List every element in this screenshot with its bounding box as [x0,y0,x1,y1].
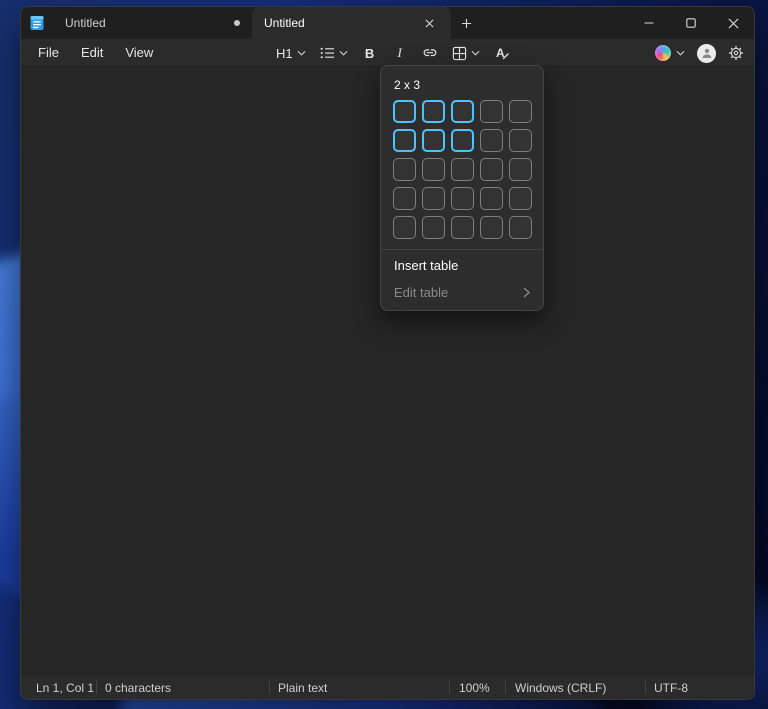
close-icon [728,18,739,29]
app-icon-wrap [21,7,53,39]
plus-icon [461,18,472,29]
statusbar: Ln 1, Col 1 0 characters Plain text 100%… [21,677,754,699]
unsaved-dot-icon [234,20,240,26]
gear-icon [728,45,744,61]
notepad-app-icon [29,15,45,31]
line-ending: Windows (CRLF) [515,681,606,695]
notepad-window: Untitled Untitled [20,6,755,700]
titlebar: Untitled Untitled [21,7,754,39]
chevron-down-icon [339,50,348,56]
chevron-down-icon [471,50,480,56]
chevron-right-icon [523,287,530,298]
new-tab-button[interactable] [451,7,481,39]
toolbar-right [655,39,744,67]
table-size-label: 2 x 3 [394,78,531,92]
encoding: UTF-8 [654,681,688,695]
table-size-cell[interactable] [393,100,416,123]
heading-label: H1 [276,46,293,61]
tab-untitled-2[interactable]: Untitled [252,7,451,39]
character-count: 0 characters [105,681,171,695]
statusbar-divider [505,681,506,694]
bold-button[interactable]: B [357,41,383,65]
window-controls [628,7,754,39]
tab-strip: Untitled Untitled [53,7,451,39]
table-size-cell[interactable] [509,216,532,239]
chevron-down-icon [297,50,306,56]
table-size-cell[interactable] [480,158,503,181]
menu-file[interactable]: File [27,42,70,63]
insert-table-item[interactable]: Insert table [393,252,531,279]
list-dropdown[interactable] [315,41,353,65]
zoom-level[interactable]: 100% [459,681,490,695]
table-size-cell[interactable] [393,216,416,239]
table-size-cell[interactable] [422,129,445,152]
table-picker-dropdown: 2 x 3 Insert table Edit table [380,65,544,311]
heading-dropdown[interactable]: H1 [271,41,311,65]
minimize-icon [644,18,654,28]
statusbar-divider [645,681,646,694]
table-size-cell[interactable] [509,158,532,181]
settings-button[interactable] [728,45,744,61]
document-type: Plain text [278,681,327,695]
link-icon [422,45,438,61]
clear-formatting-icon: A [494,45,510,61]
bulleted-list-icon [320,46,335,60]
menu-view[interactable]: View [114,42,164,63]
tab-close-button[interactable] [419,13,439,33]
link-button[interactable] [417,41,443,65]
table-size-cell[interactable] [480,187,503,210]
maximize-icon [686,18,696,28]
edit-table-label: Edit table [394,285,448,300]
table-size-cell[interactable] [422,187,445,210]
table-size-cell[interactable] [451,129,474,152]
table-size-cell[interactable] [451,187,474,210]
copilot-icon [655,45,671,61]
table-size-cell[interactable] [451,158,474,181]
edit-table-item[interactable]: Edit table [393,279,531,306]
statusbar-divider [269,681,270,694]
statusbar-divider [96,681,97,694]
table-size-cell[interactable] [480,100,503,123]
tab-untitled-1[interactable]: Untitled [53,7,252,39]
table-size-cell[interactable] [451,216,474,239]
menu-divider [381,249,543,250]
account-button[interactable] [697,44,716,63]
table-dropdown[interactable] [447,41,485,65]
statusbar-divider [449,681,450,694]
tab-label: Untitled [65,16,106,30]
bold-icon: B [365,46,374,61]
table-size-cell[interactable] [422,216,445,239]
tab-label: Untitled [264,16,305,30]
table-size-cell[interactable] [393,129,416,152]
close-window-button[interactable] [712,7,754,39]
menubar: File Edit View [27,42,164,63]
table-size-cell[interactable] [393,187,416,210]
table-size-cell[interactable] [480,216,503,239]
clear-formatting-button[interactable]: A [489,41,515,65]
table-size-cell[interactable] [422,158,445,181]
table-size-cell[interactable] [393,158,416,181]
table-size-cell[interactable] [422,100,445,123]
chevron-down-icon [676,50,685,56]
insert-table-label: Insert table [394,258,458,273]
italic-icon: I [397,45,401,61]
cursor-position: Ln 1, Col 1 [36,681,94,695]
toolbar: File Edit View H1 [21,39,754,67]
menu-edit[interactable]: Edit [70,42,114,63]
table-size-cell[interactable] [509,100,532,123]
format-toolbar: H1 B I [271,39,515,67]
minimize-button[interactable] [628,7,670,39]
table-size-grid [393,100,531,239]
maximize-button[interactable] [670,7,712,39]
person-icon [701,47,713,59]
close-icon [425,19,434,28]
table-size-cell[interactable] [509,187,532,210]
table-size-cell[interactable] [451,100,474,123]
table-icon [452,46,467,61]
table-size-cell[interactable] [509,129,532,152]
table-size-cell[interactable] [480,129,503,152]
copilot-dropdown[interactable] [655,45,685,61]
italic-button[interactable]: I [387,41,413,65]
